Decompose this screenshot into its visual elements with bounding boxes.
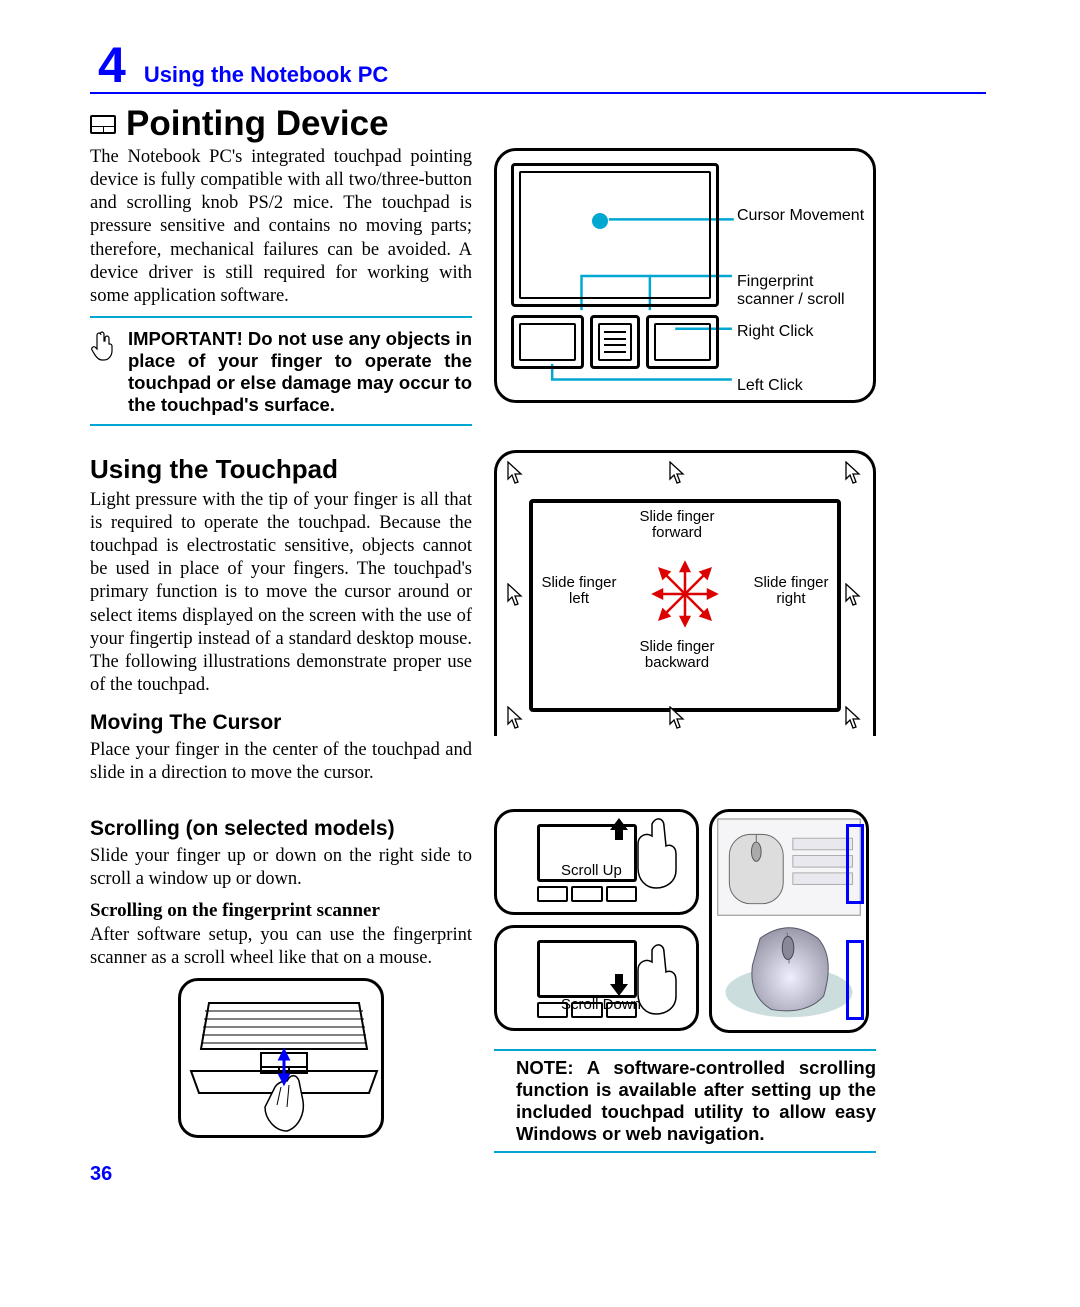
scrolling-fp-paragraph: After software setup, you can use the fi… xyxy=(90,924,472,970)
heading-scrolling-fp: Scrolling on the fingerprint scanner xyxy=(90,900,472,922)
arrow-down-icon xyxy=(610,974,628,996)
label-forward: Slide finger forward xyxy=(632,509,722,542)
hand-icon xyxy=(90,328,118,367)
scroll-down-label: Scroll Down xyxy=(561,996,641,1013)
cursor-icon xyxy=(507,583,525,607)
cursor-icon xyxy=(845,461,863,485)
chapter-header: 4 Using the Notebook PC xyxy=(90,40,986,94)
mouse-diagram xyxy=(709,809,869,1033)
heading-touchpad: Using the Touchpad xyxy=(90,454,472,485)
page: 4 Using the Notebook PC Pointing Device … xyxy=(0,0,1080,1226)
page-number: 36 xyxy=(90,1163,986,1186)
arrow-up-icon xyxy=(610,818,628,840)
moving-paragraph: Place your finger in the center of the t… xyxy=(90,739,472,785)
scrolling-paragraph: Slide your finger up or down on the righ… xyxy=(90,845,472,891)
cursor-icon xyxy=(845,706,863,730)
scroll-up-diagram: Scroll Up xyxy=(494,809,699,915)
row-touchpad: Using the Touchpad Light pressure with t… xyxy=(90,436,986,793)
cursor-icon xyxy=(507,461,525,485)
cursor-icon xyxy=(669,461,687,485)
touchpad-icon xyxy=(90,115,116,134)
divider xyxy=(90,424,472,426)
chapter-title: Using the Notebook PC xyxy=(144,62,388,88)
label-backward: Slide finger backward xyxy=(632,639,722,672)
right-button xyxy=(646,315,719,369)
fingerprint-scanner xyxy=(590,315,640,369)
scroll-down-diagram: Scroll Down xyxy=(494,925,699,1031)
chapter-number: 4 xyxy=(98,40,126,90)
direction-star-icon xyxy=(650,559,720,629)
highlight-marker xyxy=(846,940,864,1020)
label-fingerprint: Fingerprint scanner / scroll xyxy=(737,273,873,310)
row-intro: The Notebook PC's integrated touchpad po… xyxy=(90,146,986,436)
intro-paragraph: The Notebook PC's integrated touchpad po… xyxy=(90,146,472,308)
heading-moving: Moving The Cursor xyxy=(90,711,472,735)
touchpad-paragraph: Light pressure with the tip of your fing… xyxy=(90,489,472,697)
important-text: IMPORTANT! Do not use any objects in pla… xyxy=(128,328,472,416)
hand-icon xyxy=(634,942,688,1016)
touchpad-surface xyxy=(511,163,719,307)
label-right-click: Right Click xyxy=(737,323,813,341)
cursor-movement-diagram: Slide finger forward Slide finger left S… xyxy=(494,450,876,736)
label-left-click: Left Click xyxy=(737,377,803,395)
cursor-icon xyxy=(845,583,863,607)
heading-scrolling: Scrolling (on selected models) xyxy=(90,817,472,841)
hand-icon xyxy=(634,816,688,890)
main-title: Pointing Device xyxy=(126,104,389,144)
label-left: Slide finger left xyxy=(539,575,619,608)
row-scrolling: Scrolling (on selected models) Slide you… xyxy=(90,803,986,1153)
cursor-icon xyxy=(507,706,525,730)
label-right: Slide finger right xyxy=(751,575,831,608)
note-callout: NOTE: A software-controlled scrolling fu… xyxy=(494,1049,876,1153)
cursor-dot xyxy=(592,213,608,229)
label-cursor: Cursor Movement xyxy=(737,207,864,225)
important-callout: IMPORTANT! Do not use any objects in pla… xyxy=(90,328,472,416)
cursor-icon xyxy=(669,706,687,730)
divider xyxy=(90,316,472,318)
main-title-row: Pointing Device xyxy=(90,104,986,144)
scroll-up-label: Scroll Up xyxy=(561,862,622,879)
note-text: NOTE: A software-controlled scrolling fu… xyxy=(494,1057,876,1145)
highlight-marker xyxy=(846,824,864,904)
left-button xyxy=(511,315,584,369)
touchpad-diagram: Cursor Movement Fingerprint scanner / sc… xyxy=(494,148,876,403)
laptop-diagram xyxy=(178,978,384,1138)
